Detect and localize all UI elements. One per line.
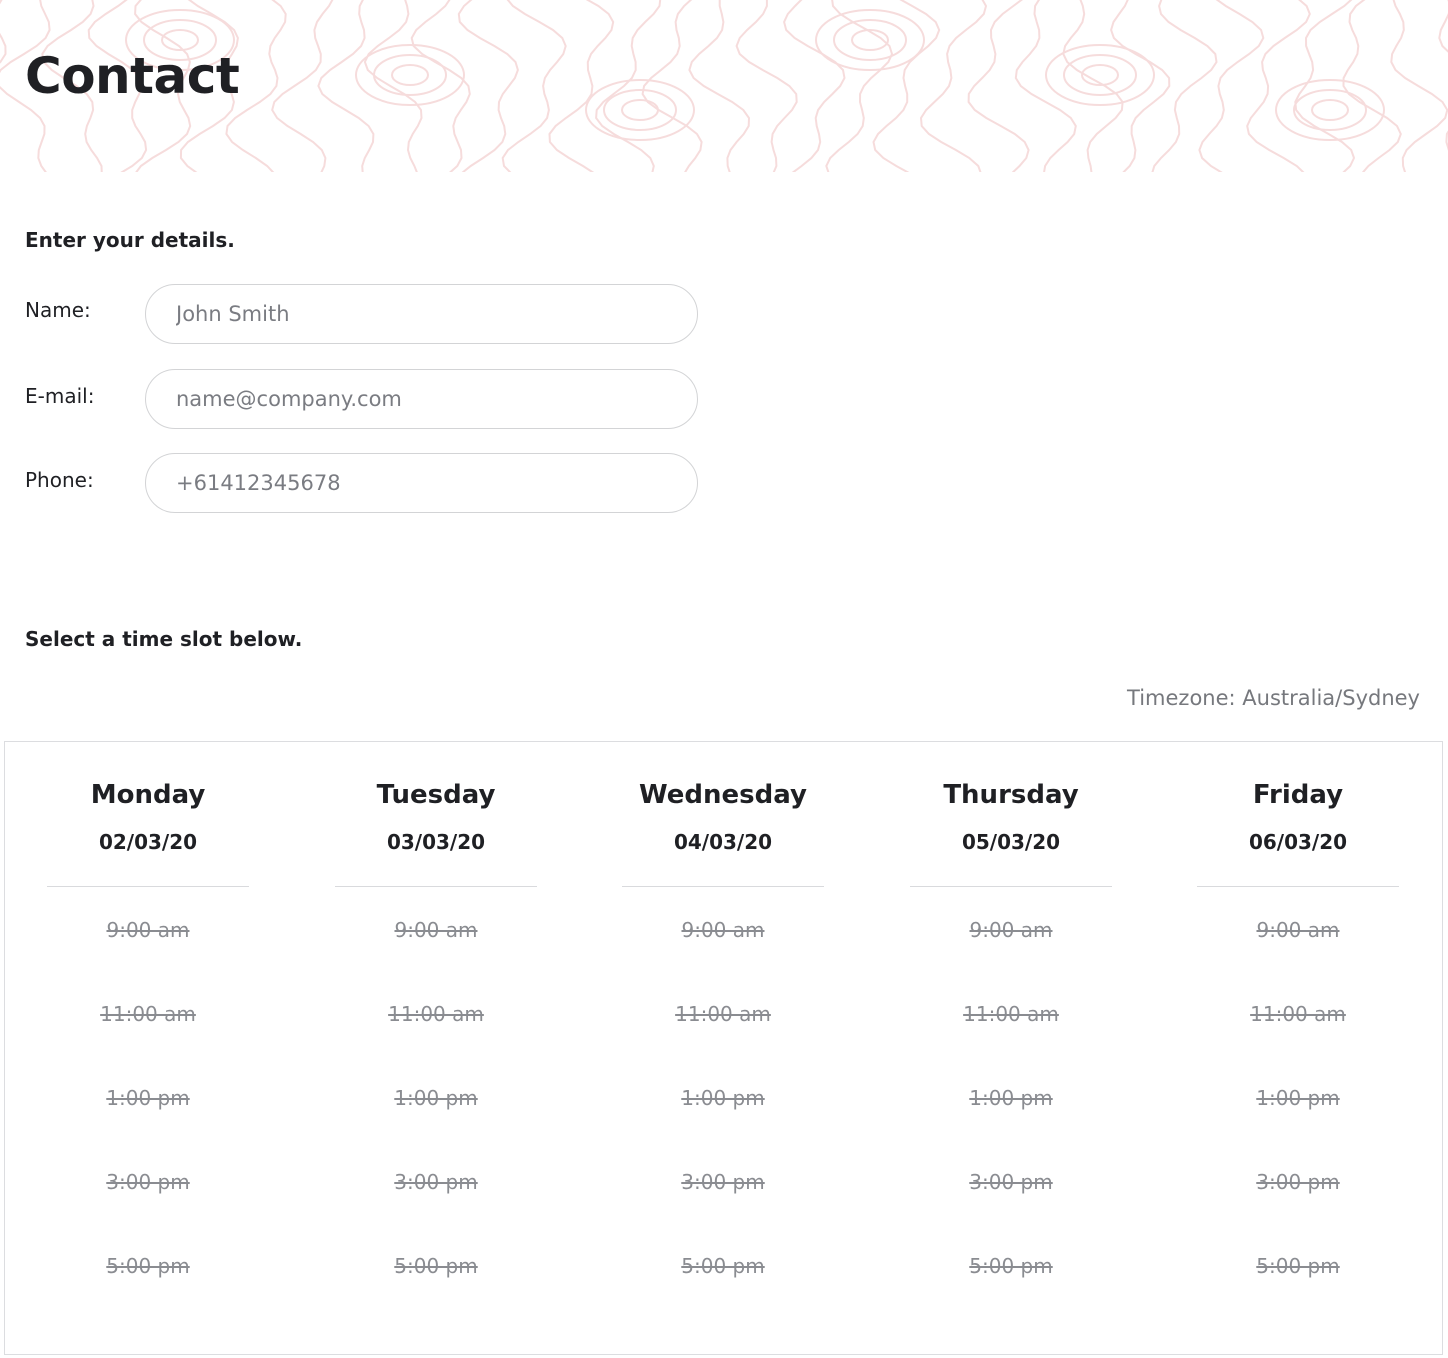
- page-title: Contact: [25, 47, 240, 105]
- time-slot[interactable]: 1:00 pm: [622, 1078, 824, 1118]
- time-slot[interactable]: 11:00 am: [1197, 994, 1399, 1034]
- day-divider: [335, 886, 537, 887]
- name-input[interactable]: [145, 284, 698, 344]
- day-column-wednesday: Wednesday 04/03/20 9:00 am 11:00 am 1:00…: [622, 742, 824, 1354]
- day-name: Friday: [1252, 780, 1344, 810]
- email-label: E-mail:: [25, 384, 95, 408]
- day-column-tuesday: Tuesday 03/03/20 9:00 am 11:00 am 1:00 p…: [335, 742, 537, 1354]
- time-slot[interactable]: 5:00 pm: [1197, 1246, 1399, 1286]
- details-heading: Enter your details.: [25, 228, 235, 252]
- time-slot[interactable]: 5:00 pm: [47, 1246, 249, 1286]
- name-label: Name:: [25, 298, 91, 322]
- time-slot[interactable]: 5:00 pm: [335, 1246, 537, 1286]
- time-slot[interactable]: 11:00 am: [47, 994, 249, 1034]
- time-slot[interactable]: 9:00 am: [1197, 910, 1399, 950]
- day-column-friday: Friday 06/03/20 9:00 am 11:00 am 1:00 pm…: [1197, 742, 1399, 1354]
- header-banner: Contact: [0, 0, 1448, 172]
- schedule-heading: Select a time slot below.: [25, 627, 303, 651]
- timezone-label: Timezone: Australia/Sydney: [1127, 686, 1420, 710]
- time-slot[interactable]: 9:00 am: [910, 910, 1112, 950]
- phone-input[interactable]: [145, 453, 698, 513]
- time-slot[interactable]: 5:00 pm: [910, 1246, 1112, 1286]
- time-slot[interactable]: 3:00 pm: [47, 1162, 249, 1202]
- day-column-thursday: Thursday 05/03/20 9:00 am 11:00 am 1:00 …: [910, 742, 1112, 1354]
- day-divider: [910, 886, 1112, 887]
- day-name: Monday: [90, 780, 206, 810]
- time-slot[interactable]: 9:00 am: [335, 910, 537, 950]
- time-slot[interactable]: 3:00 pm: [335, 1162, 537, 1202]
- day-divider: [47, 886, 249, 887]
- day-divider: [1197, 886, 1399, 887]
- day-divider: [622, 886, 824, 887]
- time-slot-panel: Monday 02/03/20 9:00 am 11:00 am 1:00 pm…: [4, 741, 1443, 1355]
- time-slot[interactable]: 1:00 pm: [47, 1078, 249, 1118]
- time-slot[interactable]: 3:00 pm: [622, 1162, 824, 1202]
- time-slot[interactable]: 11:00 am: [622, 994, 824, 1034]
- time-slot[interactable]: 5:00 pm: [622, 1246, 824, 1286]
- email-input[interactable]: [145, 369, 698, 429]
- day-date: 05/03/20: [961, 830, 1061, 854]
- time-slot[interactable]: 3:00 pm: [1197, 1162, 1399, 1202]
- day-date: 04/03/20: [673, 830, 773, 854]
- day-name: Thursday: [943, 780, 1079, 810]
- day-date: 06/03/20: [1248, 830, 1348, 854]
- time-slot[interactable]: 1:00 pm: [910, 1078, 1112, 1118]
- day-name: Tuesday: [376, 780, 496, 810]
- time-slot[interactable]: 11:00 am: [335, 994, 537, 1034]
- time-slot[interactable]: 1:00 pm: [1197, 1078, 1399, 1118]
- time-slot[interactable]: 11:00 am: [910, 994, 1112, 1034]
- time-slot[interactable]: 1:00 pm: [335, 1078, 537, 1118]
- time-slot[interactable]: 9:00 am: [622, 910, 824, 950]
- day-date: 03/03/20: [386, 830, 486, 854]
- day-name: Wednesday: [639, 780, 807, 810]
- day-date: 02/03/20: [98, 830, 198, 854]
- time-slot[interactable]: 9:00 am: [47, 910, 249, 950]
- time-slot[interactable]: 3:00 pm: [910, 1162, 1112, 1202]
- phone-label: Phone:: [25, 468, 94, 492]
- day-column-monday: Monday 02/03/20 9:00 am 11:00 am 1:00 pm…: [47, 742, 249, 1354]
